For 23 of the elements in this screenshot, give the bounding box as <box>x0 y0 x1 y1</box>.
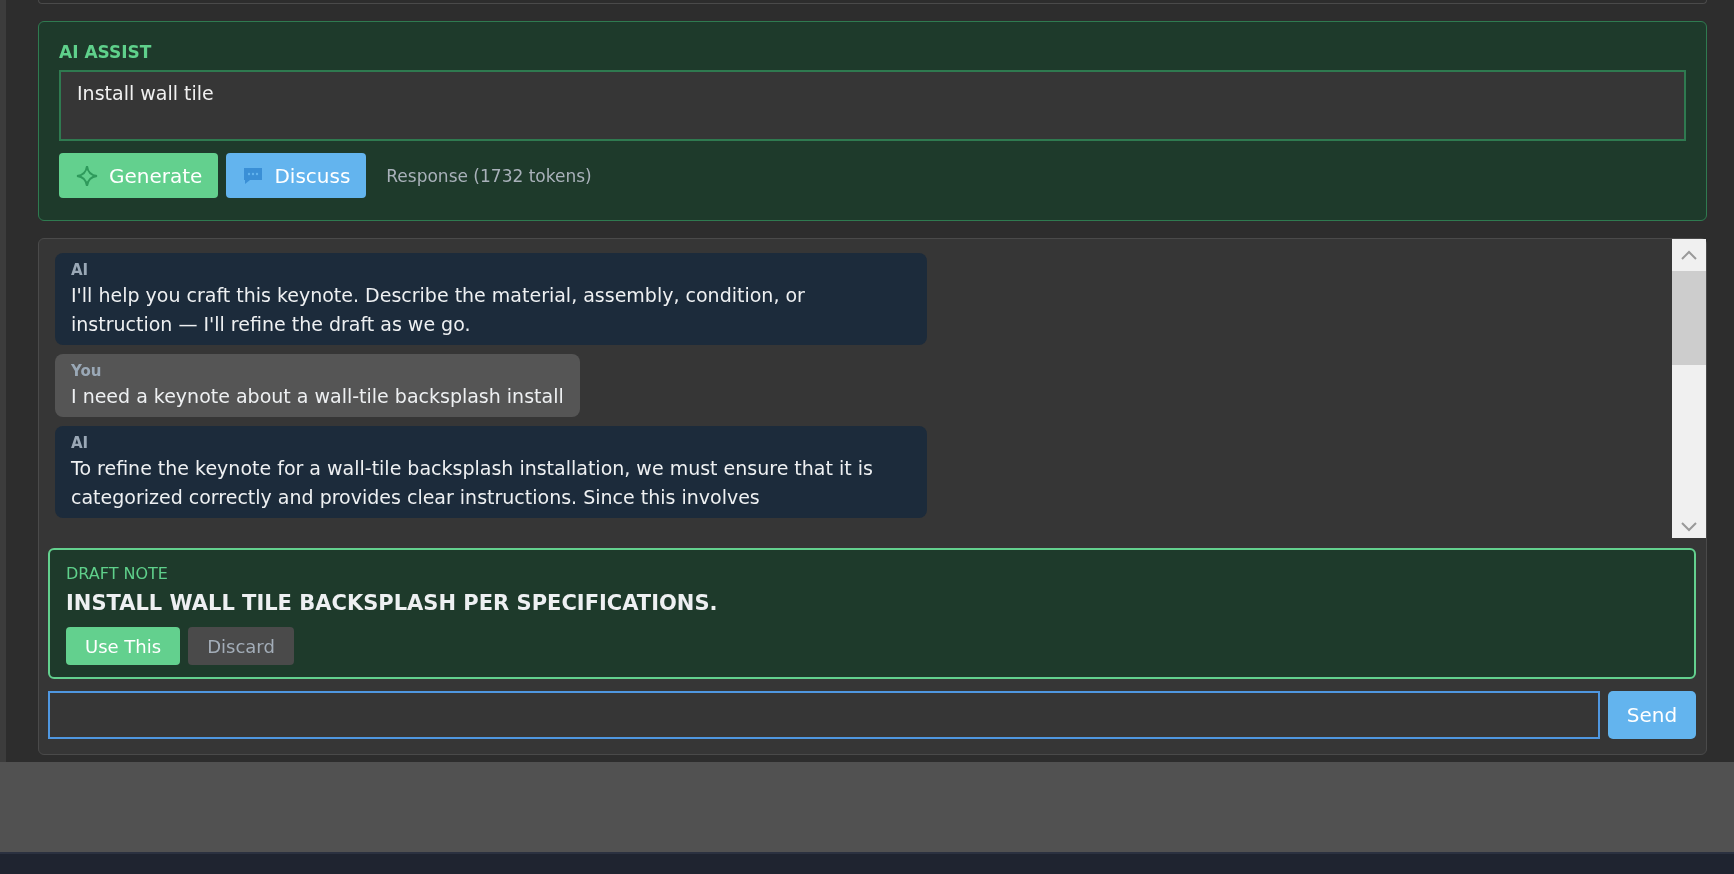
chat-bubble-icon <box>242 165 265 186</box>
draft-text: INSTALL WALL TILE BACKSPLASH PER SPECIFICATIONS. <box>66 591 719 615</box>
generate-button[interactable]: Generate <box>59 153 219 198</box>
message-text: I'll help you craft this keynote. Describe the material, assembly, condition, or instruction — I'll refine the draft as we go. <box>71 283 806 337</box>
scroll-up-icon[interactable] <box>1681 250 1697 260</box>
panel-title: AI ASSIST <box>59 42 153 62</box>
message-text: To refine the keynote for a wall-tile backsplash installation, we must ensure that it is categorized correctly and provides clear instructions. Since this involves <box>71 456 874 510</box>
scroll-down-icon[interactable] <box>1681 522 1697 532</box>
discuss-button[interactable]: Discuss <box>226 153 367 198</box>
message-sender: You <box>71 362 103 380</box>
discard-button[interactable]: Discard <box>188 627 294 665</box>
message-text: I need a keynote about a wall-tile backsplash install <box>71 384 564 409</box>
use-this-button[interactable]: Use This <box>66 627 181 665</box>
message-sender: AI <box>71 261 90 279</box>
scrollbar[interactable] <box>1672 239 1706 538</box>
response-status: Response (1732 tokens) <box>386 165 592 186</box>
scroll-thumb[interactable] <box>1672 271 1706 365</box>
message-input[interactable] <box>48 691 1600 739</box>
prompt-field[interactable]: Install wall tile <box>59 70 1686 141</box>
draft-title: DRAFT NOTE <box>66 564 169 583</box>
message-sender: AI <box>71 434 90 452</box>
sparkle-icon <box>75 163 99 188</box>
send-button[interactable]: Send <box>1608 691 1696 739</box>
